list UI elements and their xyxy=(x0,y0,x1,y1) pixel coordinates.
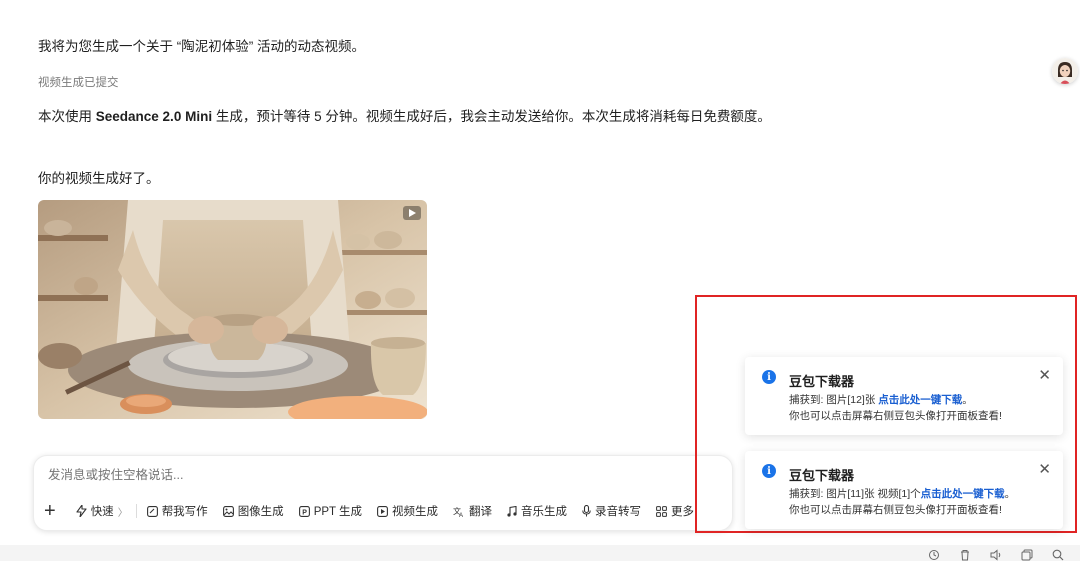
music-icon xyxy=(507,505,517,517)
downloader-toast: i 豆包下载器 ✕ 捕获到: 图片[11]张 视频[1]个点击此处一键下载。 你… xyxy=(745,451,1063,529)
tool-quick[interactable]: 快速 〉 xyxy=(76,503,128,519)
toast-capture-info: 捕获到: 图片[11]张 视频[1]个点击此处一键下载。 xyxy=(789,486,1015,501)
toast-title: 豆包下载器 xyxy=(789,468,855,483)
tool-label: 更多 xyxy=(671,506,695,518)
info-icon: i xyxy=(762,464,776,478)
capture-text: 捕获到: 图片[11]张 视频[1]个 xyxy=(789,488,921,500)
toolbar-divider xyxy=(135,504,137,518)
download-all-link[interactable]: 点击此处一键下载 xyxy=(921,488,1005,500)
tool-more[interactable]: 更多 xyxy=(656,503,694,519)
generated-video[interactable] xyxy=(38,200,427,419)
copy-icon[interactable] xyxy=(1021,548,1035,561)
tool-label: 翻译 xyxy=(469,506,493,518)
detail-prefix: 本次使用 xyxy=(38,109,96,124)
downloader-toast: i 豆包下载器 ✕ 捕获到: 图片[12]张 点击此处一键下载。 你也可以点击屏… xyxy=(745,357,1063,435)
capture-suffix: 。 xyxy=(1004,488,1016,500)
tool-transcribe[interactable]: 录音转写 xyxy=(582,503,641,519)
tool-label: 音乐生成 xyxy=(521,506,568,518)
footer-bar xyxy=(0,545,1080,561)
tool-label: 视频生成 xyxy=(392,506,439,518)
toast-hint: 你也可以点击屏幕右侧豆包头像打开面板查看! xyxy=(789,410,1002,422)
toast-hint: 你也可以点击屏幕右侧豆包头像打开面板查看! xyxy=(789,504,1002,516)
ppt-icon: P xyxy=(298,505,310,517)
video-icon xyxy=(377,505,388,517)
image-icon xyxy=(222,505,234,517)
tool-label: 录音转写 xyxy=(595,506,642,518)
search-icon[interactable] xyxy=(1052,548,1066,561)
model-name: Seedance 2.0 Mini xyxy=(95,109,213,124)
doubao-avatar[interactable] xyxy=(1052,58,1078,84)
tool-label: PPT 生成 xyxy=(313,506,363,518)
play-icon[interactable] xyxy=(403,206,421,220)
close-icon[interactable]: ✕ xyxy=(1038,368,1051,383)
translate-icon: 文A xyxy=(453,506,463,517)
microphone-icon xyxy=(582,505,591,517)
tool-write[interactable]: 帮我写作 xyxy=(146,503,208,519)
tool-image[interactable]: 图像生成 xyxy=(222,503,284,519)
avatar-icon xyxy=(1052,58,1078,84)
tool-label: 快速 xyxy=(90,506,114,518)
assistant-message-done: 你的视频生成好了。 xyxy=(38,171,160,186)
tool-translate[interactable]: 文A 翻译 xyxy=(453,503,492,519)
assistant-message-intro: 我将为您生成一个关于 “陶泥初体验” 活动的动态视频。 xyxy=(38,39,365,54)
tool-video[interactable]: 视频生成 xyxy=(377,503,438,519)
svg-text:A: A xyxy=(459,513,463,517)
info-icon: i xyxy=(762,370,776,384)
generation-status: 视频生成已提交 xyxy=(38,77,119,89)
tool-label: 帮我写作 xyxy=(161,506,208,518)
capture-suffix: 。 xyxy=(962,394,973,406)
video-thumbnail xyxy=(38,200,427,419)
tool-ppt[interactable]: P PPT 生成 xyxy=(298,503,363,519)
refresh-icon[interactable] xyxy=(928,548,942,560)
detail-suffix: 生成，预计等待 5 分钟。视频生成好后，我会主动发送给你。本次生成将消耗每日免费… xyxy=(212,109,771,124)
close-icon[interactable]: ✕ xyxy=(1038,462,1051,477)
capture-text: 捕获到: 图片[12]张 xyxy=(789,394,879,406)
grid-icon xyxy=(656,505,667,517)
toast-capture-info: 捕获到: 图片[12]张 点击此处一键下载。 xyxy=(789,392,973,407)
add-attachment-button[interactable]: + xyxy=(44,501,56,521)
composer-toolbar: + 快速 〉 帮我写作 图像生成 P PPT 生成 视频生成 文A 翻译 音乐生… xyxy=(44,501,709,521)
download-all-link[interactable]: 点击此处一键下载 xyxy=(878,394,962,406)
speaker-icon[interactable] xyxy=(990,548,1004,561)
write-icon xyxy=(146,505,158,517)
message-composer: + 快速 〉 帮我写作 图像生成 P PPT 生成 视频生成 文A 翻译 xyxy=(33,455,733,531)
toast-title: 豆包下载器 xyxy=(789,374,855,389)
delete-icon[interactable] xyxy=(959,548,973,561)
svg-text:P: P xyxy=(302,509,307,516)
assistant-message-detail: 本次使用 Seedance 2.0 Mini 生成，预计等待 5 分钟。视频生成… xyxy=(38,105,771,125)
lightning-icon xyxy=(76,505,87,517)
footer-actions xyxy=(928,548,1066,561)
tool-label: 图像生成 xyxy=(237,506,284,518)
tool-music[interactable]: 音乐生成 xyxy=(507,503,567,519)
message-input[interactable] xyxy=(48,468,648,482)
